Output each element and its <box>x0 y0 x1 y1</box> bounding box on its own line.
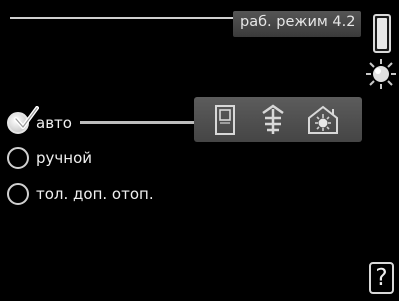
help-icon: ? <box>375 265 388 291</box>
option-add-heat-only[interactable]: тол. доп. отоп. <box>7 181 154 207</box>
radio-auto[interactable] <box>7 106 39 134</box>
mode-icon-panel <box>194 97 362 142</box>
heat-exchanger-icon <box>262 104 284 134</box>
option-auto-label: авто <box>36 114 72 132</box>
option-add-heat-only-label: тол. доп. отоп. <box>36 185 154 203</box>
radio-add-heat-only[interactable] <box>7 183 29 205</box>
heat-pump-icon <box>215 105 235 135</box>
scrollbar-thumb[interactable] <box>377 18 387 49</box>
page-title: раб. режим 4.2 <box>240 14 356 30</box>
radio-manual[interactable] <box>7 147 29 169</box>
option-manual-label: ручной <box>36 149 92 167</box>
option-auto[interactable]: авто <box>7 106 72 136</box>
selection-connector <box>80 121 194 124</box>
sun-icon <box>366 59 396 89</box>
scrollbar[interactable] <box>373 14 391 53</box>
heating-sun-icon <box>308 105 338 134</box>
option-manual[interactable]: ручной <box>7 145 92 171</box>
header-divider <box>10 17 235 19</box>
screen: раб. режим 4.2 авто ручной тол. доп. ото… <box>0 0 399 301</box>
check-icon <box>14 106 39 129</box>
help-button[interactable]: ? <box>369 262 394 294</box>
